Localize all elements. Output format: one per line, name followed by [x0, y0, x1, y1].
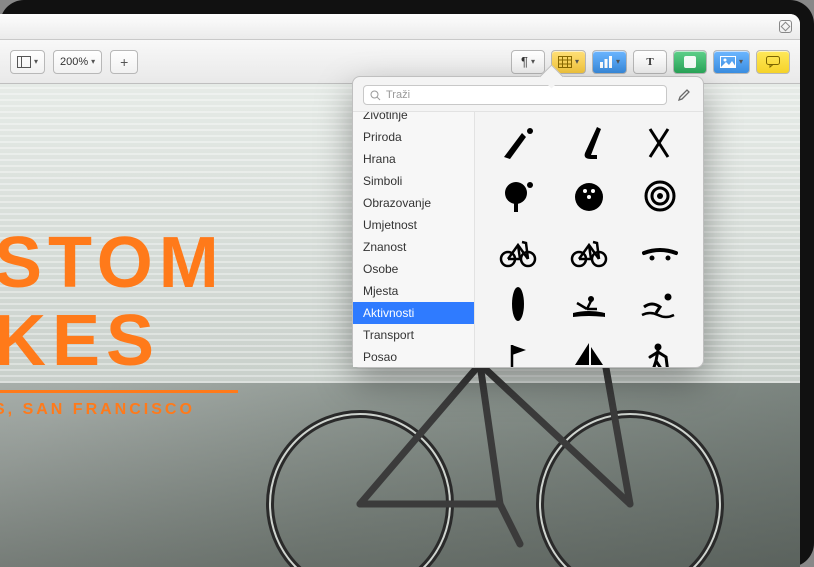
ping-pong-icon[interactable]	[490, 176, 546, 216]
shape-button[interactable]	[673, 50, 707, 74]
chart-button[interactable]: ▾	[592, 50, 627, 74]
category-list[interactable]: ŽivotinjePrirodaHranaSimboliObrazovanjeU…	[353, 112, 475, 367]
category-item[interactable]: Umjetnost	[353, 214, 474, 236]
target-icon[interactable]	[632, 176, 688, 216]
fullscreen-icon[interactable]	[779, 20, 792, 33]
skateboard-icon[interactable]	[632, 230, 688, 270]
category-item[interactable]: Mjesta	[353, 280, 474, 302]
surfboard-icon[interactable]	[490, 284, 546, 324]
pencil-icon	[677, 88, 691, 102]
chevron-down-icon: ▾	[575, 57, 579, 66]
view-mode-button[interactable]: ▾	[10, 50, 45, 74]
add-page-button[interactable]: +	[110, 50, 138, 74]
category-item[interactable]: Posao	[353, 346, 474, 367]
hockey-stick-icon[interactable]	[561, 122, 617, 162]
square-shape-icon	[683, 55, 697, 69]
chevron-down-icon: ▾	[91, 57, 95, 66]
cricket-bat-icon[interactable]	[490, 122, 546, 162]
swimming-icon[interactable]	[632, 284, 688, 324]
headline-sub: S, SAN FRANCISCO	[0, 401, 238, 419]
sailboat-icon[interactable]	[561, 338, 617, 367]
bowling-icon[interactable]	[561, 176, 617, 216]
media-button[interactable]: ▾	[713, 50, 750, 74]
category-item[interactable]: Priroda	[353, 126, 474, 148]
table-icon	[558, 56, 572, 68]
bicycle-alt-icon[interactable]	[561, 230, 617, 270]
category-item[interactable]: Znanost	[353, 236, 474, 258]
plus-icon: +	[120, 54, 128, 70]
chevron-down-icon: ▾	[739, 57, 743, 66]
pilcrow-icon: ¶	[521, 54, 528, 69]
bicycle-icon[interactable]	[490, 230, 546, 270]
category-item[interactable]: Aktivnosti	[353, 302, 474, 324]
comment-button[interactable]	[756, 50, 790, 74]
shape-grid[interactable]	[475, 112, 703, 367]
category-item[interactable]: Osobe	[353, 258, 474, 280]
headline-block: STOM KES S, SAN FRANCISCO	[0, 224, 238, 419]
paragraph-style-button[interactable]: ¶ ▾	[511, 50, 545, 74]
headline-line-2: KES	[0, 302, 238, 380]
category-item[interactable]: Hrana	[353, 148, 474, 170]
orange-rule	[0, 390, 238, 393]
search-input[interactable]: Traži	[363, 85, 667, 105]
device-frame: ▾ 200% ▾ + ¶ ▾ ▾ ▾	[0, 0, 814, 567]
category-item[interactable]: Transport	[353, 324, 474, 346]
bar-chart-icon	[599, 56, 613, 68]
rowing-icon[interactable]	[561, 284, 617, 324]
zoom-value: 200%	[60, 56, 88, 68]
chevron-down-icon: ▾	[34, 57, 38, 66]
chevron-down-icon: ▾	[616, 57, 620, 66]
chevron-down-icon: ▾	[531, 57, 535, 66]
golf-flag-icon[interactable]	[490, 338, 546, 367]
text-icon: T	[646, 56, 653, 68]
zoom-select[interactable]: 200% ▾	[53, 50, 102, 74]
window-titlebar	[0, 14, 800, 40]
search-icon	[370, 90, 381, 101]
shapes-popover: Traži ŽivotinjePrirodaHranaSimboliObrazo…	[352, 76, 704, 368]
ski-poles-icon[interactable]	[632, 122, 688, 162]
category-item[interactable]: Obrazovanje	[353, 192, 474, 214]
headline-line-1: STOM	[0, 224, 238, 302]
category-item[interactable]: Simboli	[353, 170, 474, 192]
sidebar-icon	[17, 56, 31, 68]
edit-shape-button[interactable]	[675, 86, 693, 104]
category-item[interactable]: Životinje	[353, 112, 474, 126]
search-placeholder: Traži	[386, 89, 410, 101]
photo-icon	[720, 56, 736, 68]
hiker-icon[interactable]	[632, 338, 688, 367]
text-box-button[interactable]: T	[633, 50, 667, 74]
comment-icon	[766, 56, 780, 68]
app-window: ▾ 200% ▾ + ¶ ▾ ▾ ▾	[0, 14, 800, 567]
